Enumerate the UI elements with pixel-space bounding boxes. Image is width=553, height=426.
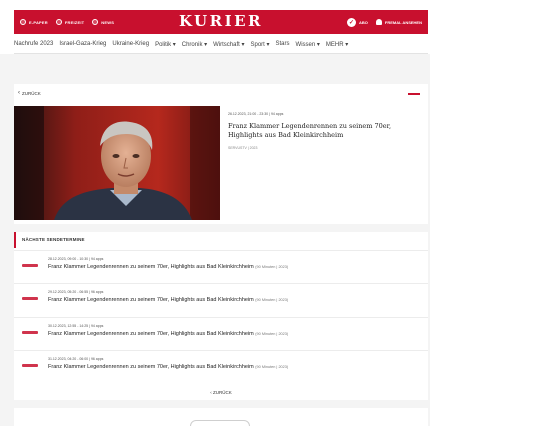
main-nav: Nachrufe 2023 Israel-Gaza-Krieg Ukraine-… [14, 38, 428, 50]
nav-item-stars[interactable]: Stars [276, 41, 290, 47]
video-title[interactable]: Franz Klammer Legendenrennen zu seinem 7… [228, 122, 418, 139]
nav-item-sport[interactable]: Sport ▾ [250, 41, 269, 48]
list-item[interactable]: 30.12.2023, 12:55 - 14:25 | 94 apps Fran… [14, 317, 428, 348]
user-icon [375, 19, 382, 25]
play-dash-icon [22, 331, 38, 334]
nav-item-wissen[interactable]: Wissen ▾ [296, 41, 320, 48]
next-dates-card: NÄCHSTE SENDETERMINE 28.12.2023, 09:00 -… [14, 232, 428, 400]
nav-item-chronik[interactable]: Chronik ▾ [182, 41, 207, 48]
video-date: 26.12.2023, 21:00 - 23:30 | 94 apps [228, 112, 284, 116]
chevron-left-icon: ‹ [18, 90, 20, 96]
back-link[interactable]: ‹ ZURÜCK [18, 90, 41, 96]
page: E-PAPER FREIZEIT NEWS KURIER ✓ ABO FREMA… [0, 0, 430, 426]
nav-item-politik[interactable]: Politik ▾ [155, 41, 176, 48]
abo-link[interactable]: ✓ ABO [346, 17, 368, 27]
next-dates-header: NÄCHSTE SENDETERMINE [14, 232, 428, 248]
accent-dash [408, 93, 420, 95]
load-more-button[interactable] [190, 420, 250, 426]
nav-item-israel-gaza[interactable]: Israel-Gaza-Krieg [59, 41, 106, 47]
back-link-bottom[interactable]: ‹ ZURÜCK [14, 390, 428, 395]
play-dash-icon [22, 364, 38, 367]
nav-item-wirtschaft[interactable]: Wirtschaft ▾ [213, 41, 244, 48]
top-bar: E-PAPER FREIZEIT NEWS KURIER ✓ ABO FREMA… [14, 10, 428, 34]
user-link[interactable]: FREMAL ANSEHEN [375, 19, 422, 25]
list-item[interactable]: 28.12.2023, 09:00 - 10:30 | 94 apps Fran… [14, 250, 428, 281]
video-source: SERVUSTV | 2023 [228, 146, 258, 150]
list-item[interactable]: 29.12.2023, 05:20 - 06:55 | 96 apps Fran… [14, 283, 428, 314]
video-card: ‹ ZURÜCK 26.12.2023, 21:00 - 23:30 | 94 … [14, 84, 428, 224]
play-dash-icon [22, 264, 38, 267]
bottom-card [14, 408, 428, 426]
video-thumbnail[interactable] [14, 106, 220, 220]
list-item[interactable]: 31.12.2023, 04:20 - 06:00 | 96 apps Fran… [14, 350, 428, 381]
nav-item-nachrufe[interactable]: Nachrufe 2023 [14, 41, 53, 47]
top-right-links: ✓ ABO FREMAL ANSEHEN [346, 10, 422, 34]
play-dash-icon [22, 297, 38, 300]
nav-item-mehr[interactable]: MEHR ▾ [326, 41, 348, 48]
abo-icon: ✓ [346, 17, 356, 27]
nav-item-ukraine[interactable]: Ukraine-Krieg [112, 41, 149, 47]
